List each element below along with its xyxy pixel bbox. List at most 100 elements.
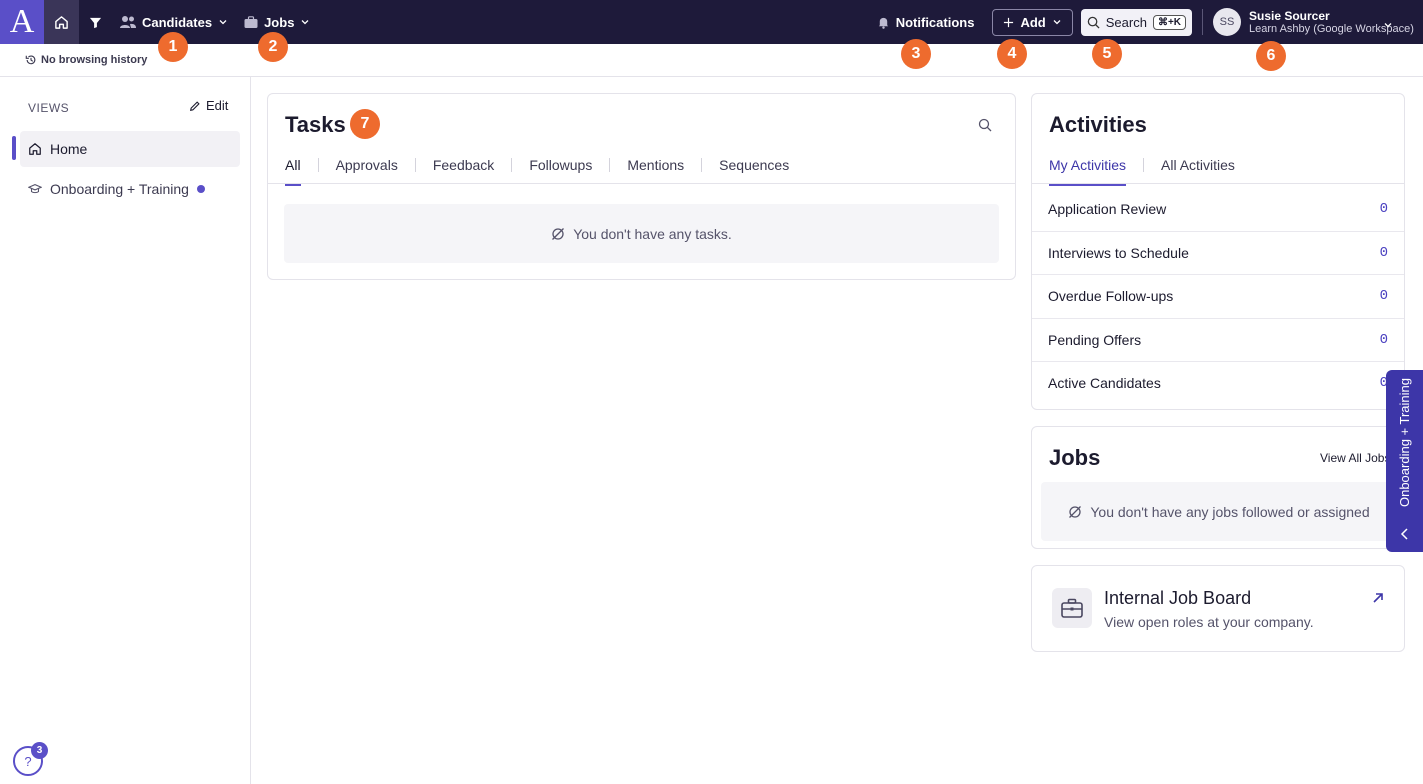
pencil-icon xyxy=(190,100,200,111)
empty-set-icon xyxy=(552,227,565,240)
tasks-title: Tasks xyxy=(285,112,346,137)
activity-count: 0 xyxy=(1379,288,1388,304)
tab-followups[interactable]: Followups xyxy=(529,145,592,185)
tasks-empty-text: You don't have any tasks. xyxy=(573,225,732,242)
onboarding-tab-label: Onboarding + Training xyxy=(1397,378,1412,508)
empty-set-icon xyxy=(1069,505,1082,518)
active-item-indicator xyxy=(12,136,16,160)
annotation-badge-4: 4 xyxy=(997,39,1027,69)
internal-job-board-subtitle: View open roles at your company. xyxy=(1104,614,1314,630)
home-icon xyxy=(55,15,68,29)
edit-views-button[interactable]: Edit xyxy=(189,98,228,113)
activities-tabs: My Activities All Activities xyxy=(1049,145,1235,186)
candidates-label: Candidates xyxy=(142,14,213,30)
activity-row-interviews-to-schedule[interactable]: Interviews to Schedule 0 xyxy=(1032,231,1404,274)
activity-label: Application Review xyxy=(1048,200,1167,217)
home-button[interactable] xyxy=(44,0,79,44)
activity-count: 0 xyxy=(1379,200,1388,217)
avatar: SS xyxy=(1213,8,1241,36)
tab-mentions[interactable]: Mentions xyxy=(627,145,684,185)
briefcase-icon xyxy=(1052,588,1092,628)
sidebar-item-label: Home xyxy=(50,141,88,157)
user-menu[interactable]: SS Susie Sourcer Learn Ashby (Google Wor… xyxy=(1213,8,1423,36)
tab-my-activities[interactable]: My Activities xyxy=(1049,145,1127,186)
jobs-card: Jobs View All Jobs You don't have any jo… xyxy=(1031,426,1405,549)
internal-job-board-title: Internal Job Board xyxy=(1104,588,1252,608)
tab-divider xyxy=(511,158,513,172)
tabs-underline xyxy=(268,183,1015,184)
notifications-button[interactable]: Notifications xyxy=(877,0,975,44)
tab-divider xyxy=(414,158,416,172)
onboarding-training-panel-tab[interactable]: Onboarding + Training xyxy=(1386,370,1423,552)
activities-card: Activities My Activities All Activities … xyxy=(1031,93,1405,410)
notifications-label: Notifications xyxy=(895,14,975,30)
chevron-down-icon xyxy=(1053,20,1061,25)
tab-feedback[interactable]: Feedback xyxy=(433,145,494,185)
jobs-label: Jobs xyxy=(264,14,295,30)
chevron-down-icon xyxy=(301,20,309,25)
search-shortcut: ⌘+K xyxy=(1152,14,1186,30)
annotation-badge-7: 7 xyxy=(350,109,380,139)
tasks-empty-state: You don't have any tasks. xyxy=(284,204,999,263)
tab-divider xyxy=(609,158,611,172)
search-button[interactable]: Search ⌘+K xyxy=(1080,8,1192,36)
graduation-cap-icon xyxy=(28,184,42,194)
view-all-jobs-link[interactable]: View All Jobs xyxy=(1320,451,1390,465)
jobs-empty-state: You don't have any jobs followed or assi… xyxy=(1041,482,1397,541)
sidebar-item-onboarding-training[interactable]: Onboarding + Training xyxy=(20,171,240,207)
add-label: Add xyxy=(1020,14,1046,30)
annotation-badge-1: 1 xyxy=(158,32,188,62)
edit-label: Edit xyxy=(206,98,229,113)
activity-row-pending-offers[interactable]: Pending Offers 0 xyxy=(1032,318,1404,361)
tab-divider xyxy=(701,158,703,172)
activities-title: Activities xyxy=(1049,112,1147,137)
tab-all[interactable]: All xyxy=(285,145,301,186)
filter-button[interactable] xyxy=(79,0,111,44)
external-link-arrow-icon[interactable] xyxy=(1372,592,1384,604)
unread-dot xyxy=(196,185,205,193)
search-icon xyxy=(1087,16,1100,29)
tab-approvals[interactable]: Approvals xyxy=(336,145,398,185)
search-icon[interactable] xyxy=(978,118,992,132)
home-icon xyxy=(29,143,41,155)
annotation-badge-6: 6 xyxy=(1256,41,1286,71)
sidebar-item-home[interactable]: Home xyxy=(20,131,240,167)
tab-divider xyxy=(1143,158,1145,172)
jobs-empty-text: You don't have any jobs followed or assi… xyxy=(1090,503,1370,520)
activity-count: 0 xyxy=(1379,332,1388,348)
tasks-tabs: All Approvals Feedback Followups Mention… xyxy=(285,145,789,186)
tab-all-activities[interactable]: All Activities xyxy=(1161,145,1235,185)
browsing-history-bar[interactable]: No browsing history xyxy=(0,44,1423,77)
sidebar-item-label: Onboarding + Training xyxy=(50,181,189,197)
filter-icon xyxy=(89,17,101,28)
bell-icon xyxy=(878,17,888,29)
history-icon xyxy=(25,55,36,65)
chevron-down-icon xyxy=(219,20,227,25)
activity-row-application-review[interactable]: Application Review 0 xyxy=(1032,187,1404,230)
activity-label: Interviews to Schedule xyxy=(1048,245,1189,261)
jobs-title: Jobs xyxy=(1049,445,1101,470)
top-navigation-bar: A Candidates Jobs Notifications Add Sear… xyxy=(0,0,1423,44)
topbar-divider xyxy=(1202,9,1203,35)
tab-sequences[interactable]: Sequences xyxy=(719,145,789,185)
people-icon xyxy=(120,16,136,28)
activity-row-active-candidates[interactable]: Active Candidates 0 xyxy=(1032,361,1404,404)
annotation-badge-2: 2 xyxy=(258,32,288,62)
help-count-badge: 3 xyxy=(31,742,48,759)
views-header: VIEWS xyxy=(28,101,70,115)
tabs-underline xyxy=(1032,183,1404,184)
annotation-badge-5: 5 xyxy=(1092,39,1122,69)
annotation-badge-3: 3 xyxy=(901,39,931,69)
activity-label: Overdue Follow-ups xyxy=(1048,288,1174,304)
ashby-logo[interactable]: A xyxy=(0,0,44,44)
search-label: Search xyxy=(1105,14,1147,30)
plus-icon xyxy=(1004,17,1014,27)
briefcase-icon xyxy=(244,15,258,28)
activity-label: Pending Offers xyxy=(1048,332,1142,348)
chevron-down-icon xyxy=(1384,23,1392,28)
activity-row-overdue-follow-ups[interactable]: Overdue Follow-ups 0 xyxy=(1032,274,1404,317)
internal-job-board-card[interactable]: Internal Job Board View open roles at yo… xyxy=(1031,565,1405,652)
add-button[interactable]: Add xyxy=(992,8,1073,36)
tab-divider xyxy=(317,158,319,172)
chevron-left-icon xyxy=(1400,528,1408,540)
